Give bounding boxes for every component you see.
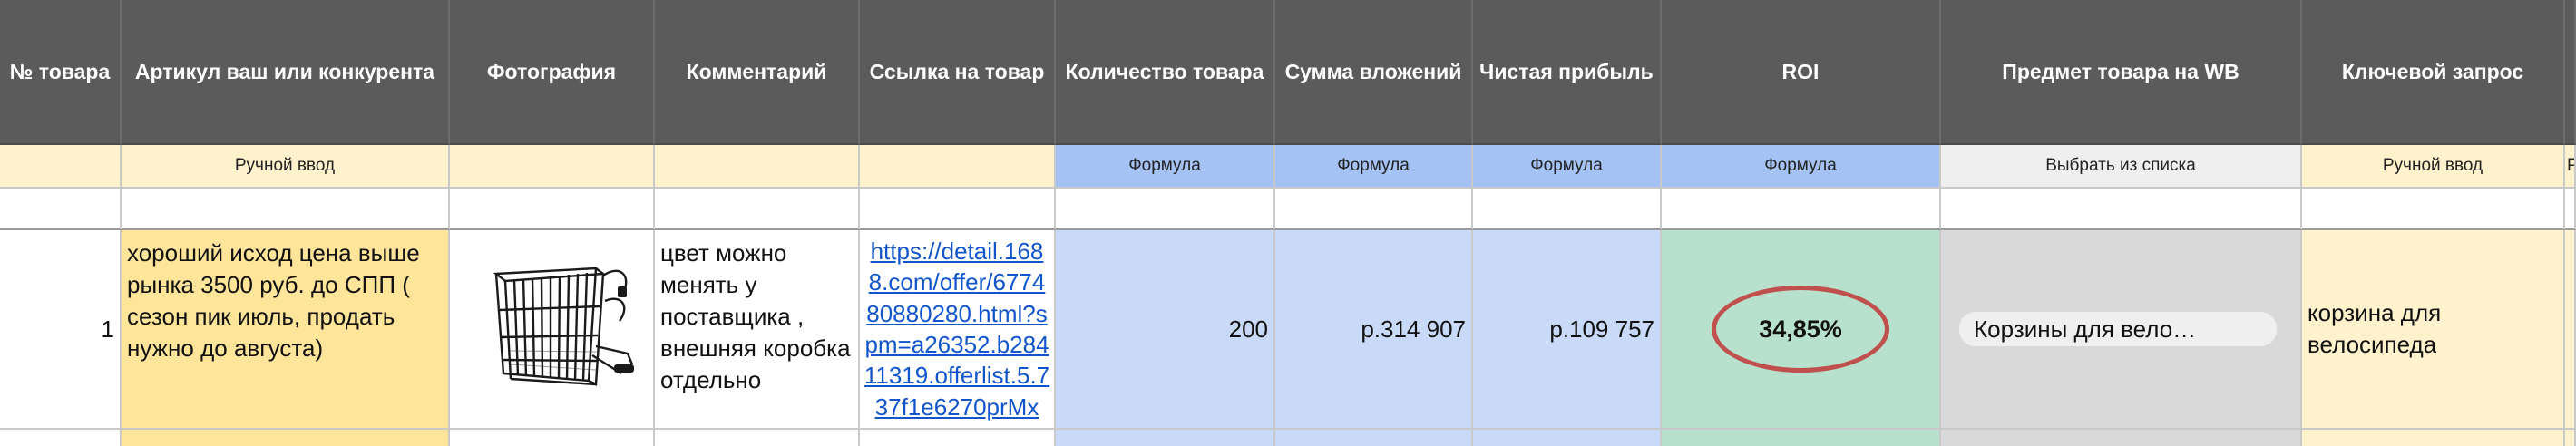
roi-value: 34,85% — [1759, 315, 1842, 343]
next-cell[interactable] — [122, 430, 450, 446]
header-comment[interactable]: Комментарий — [655, 0, 860, 145]
header-link[interactable]: Ссылка на товар — [860, 0, 1056, 145]
header-photo[interactable]: Фотография — [450, 0, 655, 145]
next-cell[interactable] — [2302, 430, 2565, 446]
subrow-cell[interactable] — [655, 145, 860, 189]
next-cell[interactable] — [1941, 430, 2302, 446]
subrow-manual-input[interactable]: Ручной ввод — [122, 145, 450, 189]
cell-wb-subject[interactable]: Корзины для вело… — [1941, 230, 2302, 430]
blank-cell[interactable] — [655, 189, 860, 230]
blank-cell[interactable] — [860, 189, 1056, 230]
cell-keyword[interactable]: корзина для велосипеда — [2302, 230, 2565, 430]
bicycle-basket-photo-icon — [460, 238, 643, 421]
spreadsheet: № товара Артикул ваш или конкурента Фото… — [0, 0, 2576, 446]
next-cell[interactable] — [0, 430, 122, 446]
subrow-formula-investment[interactable]: Формула — [1275, 145, 1473, 189]
next-cell[interactable] — [2565, 430, 2576, 446]
cell-net-profit[interactable]: р.109 757 — [1473, 230, 1662, 430]
header-row: № товара Артикул ваш или конкурента Фото… — [0, 0, 2576, 145]
header-article[interactable]: Артикул ваш или конкурента — [122, 0, 450, 145]
next-cell[interactable] — [450, 430, 655, 446]
subrow-partial-next[interactable]: Р — [2565, 145, 2576, 189]
subrow-cell[interactable] — [0, 145, 122, 189]
table-row: 1 хороший исход цена выше рынка 3500 руб… — [0, 230, 2576, 430]
cell-next-column[interactable] — [2565, 230, 2576, 430]
blank-cell[interactable] — [1275, 189, 1473, 230]
cell-product-number[interactable]: 1 — [0, 230, 122, 430]
input-type-row: Ручной ввод Формула Формула Формула Форм… — [0, 145, 2576, 189]
product-link[interactable]: https://detail.1688.com/offer/6774808802… — [864, 236, 1050, 422]
next-cell[interactable] — [1662, 430, 1941, 446]
header-next-column[interactable] — [2565, 0, 2576, 145]
roi-highlight-circle: 34,85% — [1712, 286, 1889, 373]
cell-roi[interactable]: 34,85% — [1662, 230, 1941, 430]
cell-link[interactable]: https://detail.1688.com/offer/6774808802… — [860, 230, 1056, 430]
blank-cell[interactable] — [1662, 189, 1941, 230]
blank-cell[interactable] — [450, 189, 655, 230]
blank-cell[interactable] — [122, 189, 450, 230]
header-investment[interactable]: Сумма вложений — [1275, 0, 1473, 145]
subrow-cell[interactable] — [450, 145, 655, 189]
header-product-number[interactable]: № товара — [0, 0, 122, 145]
cell-photo[interactable] — [450, 230, 655, 430]
header-roi[interactable]: ROI — [1662, 0, 1941, 145]
blank-row — [0, 189, 2576, 230]
next-cell[interactable] — [655, 430, 860, 446]
subrow-cell[interactable] — [860, 145, 1056, 189]
header-keyword[interactable]: Ключевой запрос — [2302, 0, 2565, 145]
blank-cell[interactable] — [0, 189, 122, 230]
next-cell[interactable] — [1056, 430, 1275, 446]
blank-cell[interactable] — [2565, 189, 2576, 230]
blank-cell[interactable] — [2302, 189, 2565, 230]
subrow-choose-from-list[interactable]: Выбрать из списка — [1941, 145, 2302, 189]
cell-article[interactable]: хороший исход цена выше рынка 3500 руб. … — [122, 230, 450, 430]
wb-subject-dropdown-chip[interactable]: Корзины для вело… — [1959, 312, 2277, 346]
cell-investment[interactable]: р.314 907 — [1275, 230, 1473, 430]
keyword-text: корзина для велосипеда — [2308, 298, 2442, 358]
header-net-profit[interactable]: Чистая прибыль — [1473, 0, 1662, 145]
cell-comment[interactable]: цвет можно менять у поставщика , внешняя… — [655, 230, 860, 430]
blank-cell[interactable] — [1473, 189, 1662, 230]
next-cell[interactable] — [1275, 430, 1473, 446]
subrow-manual-input-keyword[interactable]: Ручной ввод — [2302, 145, 2565, 189]
next-cell[interactable] — [1473, 430, 1662, 446]
header-quantity[interactable]: Количество товара — [1056, 0, 1275, 145]
subrow-formula-quantity[interactable]: Формула — [1056, 145, 1275, 189]
header-wb-subject[interactable]: Предмет товара на WB — [1941, 0, 2302, 145]
table-row-partial — [0, 430, 2576, 446]
blank-cell[interactable] — [1056, 189, 1275, 230]
next-cell[interactable] — [860, 430, 1056, 446]
blank-cell[interactable] — [1941, 189, 2302, 230]
cell-quantity[interactable]: 200 — [1056, 230, 1275, 430]
subrow-formula-roi[interactable]: Формула — [1662, 145, 1941, 189]
subrow-formula-profit[interactable]: Формула — [1473, 145, 1662, 189]
